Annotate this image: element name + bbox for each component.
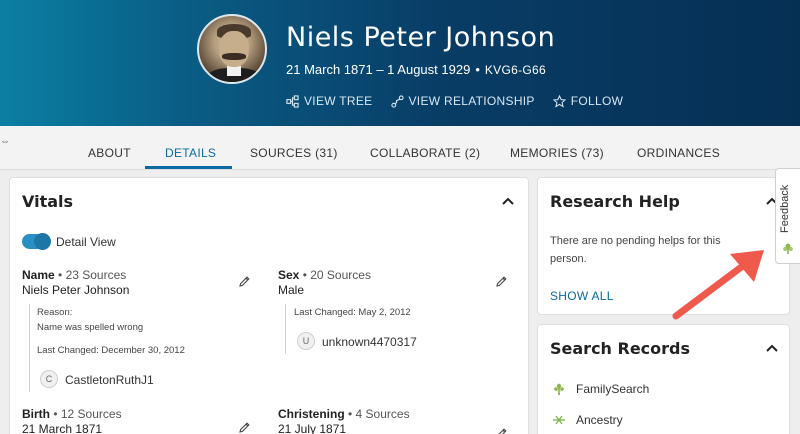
star-icon bbox=[552, 94, 566, 108]
familysearch-label: FamilySearch bbox=[576, 382, 650, 396]
name-contributor[interactable]: CastletonRuthJ1 bbox=[65, 373, 154, 387]
show-all-link[interactable]: SHOW ALL bbox=[550, 289, 614, 303]
person-name: Niels Peter Johnson bbox=[286, 22, 556, 53]
feedback-tab[interactable]: Feedback bbox=[775, 168, 800, 264]
person-header: Niels Peter Johnson 21 March 1871 – 1 Au… bbox=[0, 0, 800, 126]
detail-view-label: Detail View bbox=[56, 235, 116, 249]
annotation-arrow-icon bbox=[672, 250, 764, 320]
search-familysearch-link[interactable]: FamilySearch bbox=[552, 382, 649, 396]
sex-detail-divider bbox=[285, 304, 286, 354]
search-records-title: Search Records bbox=[550, 339, 691, 358]
tab-memories[interactable]: MEMORIES (73) bbox=[510, 146, 604, 160]
christening-sources-count[interactable]: 4 Sources bbox=[356, 407, 410, 421]
birth-value[interactable]: 21 March 1871 bbox=[22, 422, 102, 434]
person-actions: VIEW TREE VIEW RELATIONSHIP FOLLOW bbox=[286, 94, 623, 108]
name-sources-count[interactable]: 23 Sources bbox=[66, 268, 127, 282]
sex-sources-count[interactable]: 20 Sources bbox=[310, 268, 371, 282]
sex-field-label: Sex • 20 Sources bbox=[278, 268, 371, 282]
research-help-title: Research Help bbox=[550, 192, 680, 211]
feedback-label: Feedback bbox=[779, 184, 791, 233]
collapse-chevron-icon[interactable] bbox=[502, 197, 514, 205]
view-relationship-button[interactable]: VIEW RELATIONSHIP bbox=[390, 94, 535, 108]
contributor-avatar[interactable]: U bbox=[297, 332, 315, 350]
name-detail-divider bbox=[29, 304, 30, 392]
contributor-avatar[interactable]: C bbox=[40, 370, 58, 388]
tab-sources[interactable]: SOURCES (31) bbox=[250, 146, 338, 160]
relationship-icon bbox=[390, 94, 404, 108]
familysearch-tree-icon bbox=[554, 383, 564, 395]
life-dates: 21 March 1871 – 1 August 1929 bbox=[286, 62, 471, 77]
tab-collaborate[interactable]: COLLABORATE (2) bbox=[370, 146, 480, 160]
tab-about[interactable]: ABOUT bbox=[88, 146, 131, 160]
person-tabs: ABOUT DETAILS SOURCES (31) COLLABORATE (… bbox=[0, 126, 800, 170]
name-value[interactable]: Niels Peter Johnson bbox=[22, 283, 129, 297]
drag-handle-icon[interactable]: ⇔ bbox=[0, 136, 10, 147]
sex-value[interactable]: Male bbox=[278, 283, 304, 297]
christening-value[interactable]: 21 July 1871 bbox=[278, 422, 346, 434]
sex-contributor[interactable]: unknown4470317 bbox=[322, 335, 417, 349]
view-relationship-label: VIEW RELATIONSHIP bbox=[408, 94, 535, 108]
birth-field-label: Birth • 12 Sources bbox=[22, 407, 122, 421]
search-ancestry-link[interactable]: Ancestry bbox=[552, 413, 623, 427]
edit-birth-pencil-icon[interactable] bbox=[238, 421, 251, 434]
person-portrait[interactable] bbox=[197, 14, 267, 84]
view-tree-button[interactable]: VIEW TREE bbox=[286, 94, 373, 108]
birth-sources-count[interactable]: 12 Sources bbox=[61, 407, 122, 421]
vitals-card: Vitals Detail View Name • 23 Sources Nie… bbox=[9, 177, 529, 434]
follow-button[interactable]: FOLLOW bbox=[552, 94, 624, 108]
person-id[interactable]: KVG6-G66 bbox=[485, 63, 546, 77]
meta-separator: • bbox=[475, 62, 480, 77]
person-life-dates: 21 March 1871 – 1 August 1929 • KVG6-G66 bbox=[286, 62, 546, 77]
view-tree-label: VIEW TREE bbox=[304, 94, 373, 108]
edit-christening-pencil-icon[interactable] bbox=[495, 427, 508, 434]
ancestry-leaf-icon bbox=[553, 415, 565, 425]
edit-sex-pencil-icon[interactable] bbox=[495, 275, 508, 288]
christening-field-label: Christening • 4 Sources bbox=[278, 407, 410, 421]
vitals-title: Vitals bbox=[22, 192, 74, 211]
sex-last-changed: Last Changed: May 2, 2012 bbox=[294, 307, 411, 318]
name-last-changed: Last Changed: December 30, 2012 bbox=[37, 345, 185, 356]
name-reason-label: Reason: bbox=[37, 307, 73, 318]
search-records-card: Search Records FamilySearch Ancestry bbox=[537, 324, 790, 434]
collapse-chevron-icon[interactable] bbox=[766, 344, 778, 352]
tab-ordinances[interactable]: ORDINANCES bbox=[637, 146, 720, 160]
detail-view-toggle[interactable] bbox=[22, 233, 51, 250]
follow-label: FOLLOW bbox=[570, 94, 624, 108]
active-tab-indicator bbox=[145, 166, 232, 169]
tree-icon bbox=[286, 94, 299, 108]
tab-details[interactable]: DETAILS bbox=[165, 146, 216, 160]
name-field-label: Name • 23 Sources bbox=[22, 268, 127, 282]
edit-name-pencil-icon[interactable] bbox=[238, 275, 251, 288]
ancestry-label: Ancestry bbox=[576, 413, 623, 427]
feedback-leaf-icon bbox=[783, 243, 793, 254]
name-reason-text: Name was spelled wrong bbox=[37, 322, 144, 333]
